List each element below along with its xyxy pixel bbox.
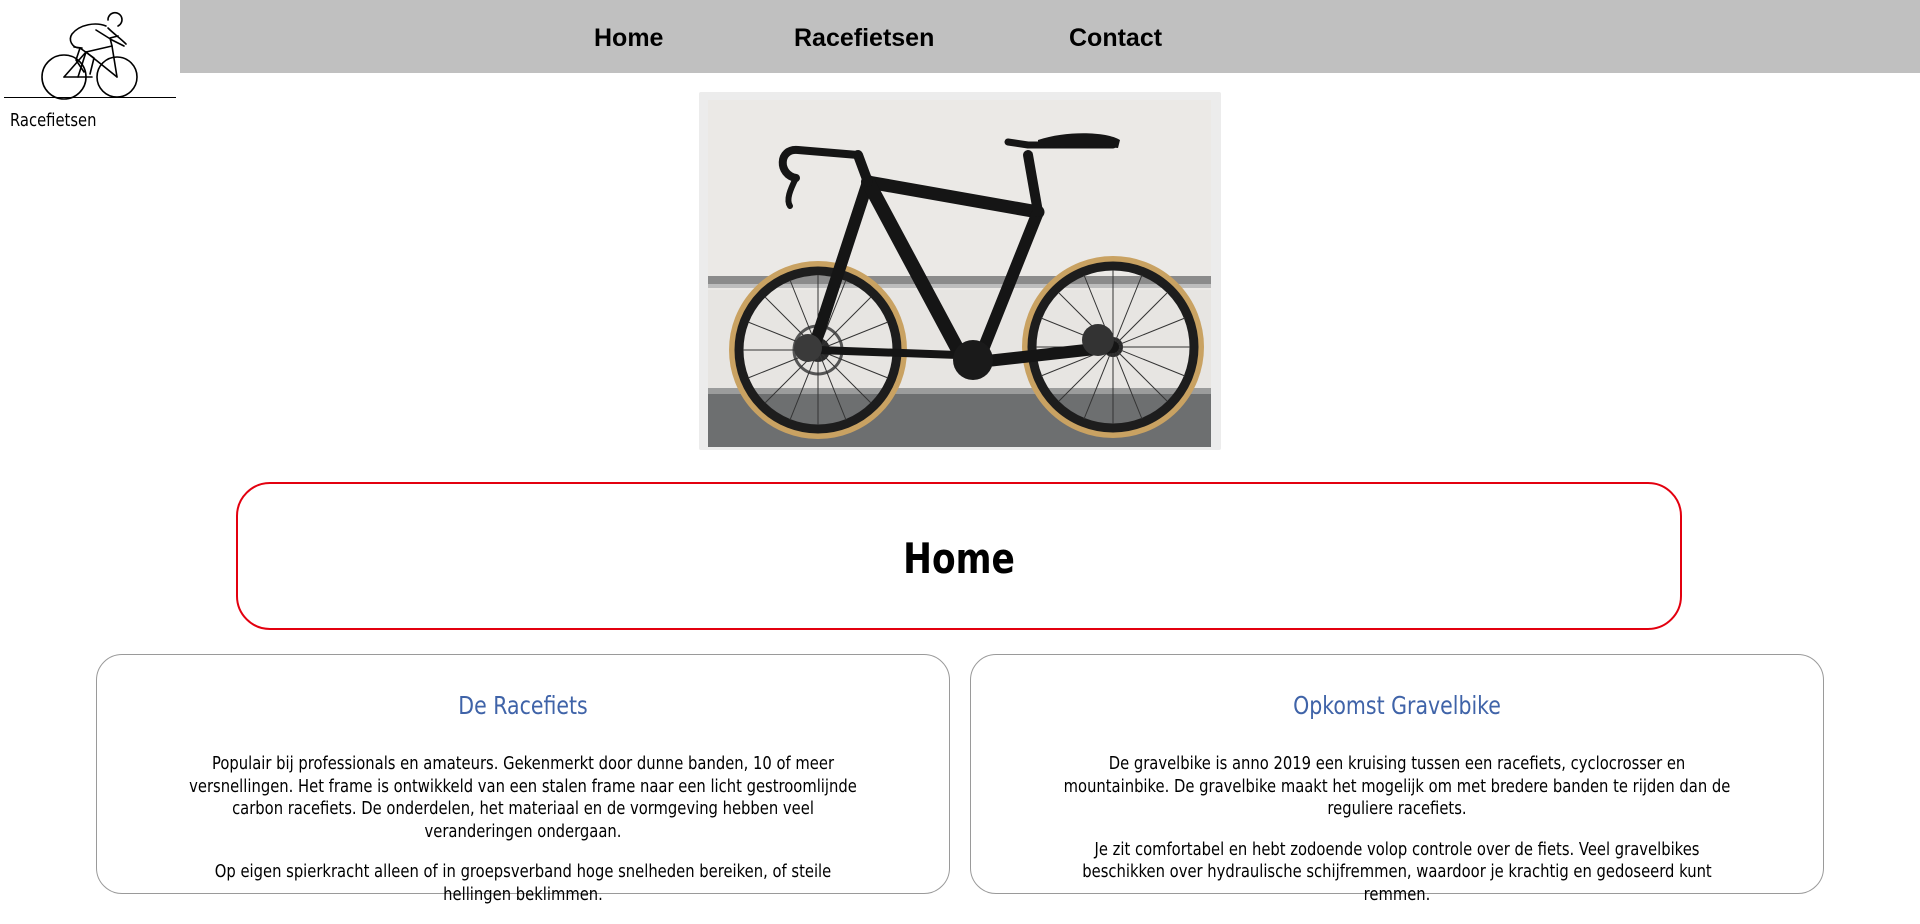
card-body: De gravelbike is anno 2019 een kruising … bbox=[1054, 753, 1740, 924]
card-gravelbike: Opkomst Gravelbike De gravelbike is anno… bbox=[970, 654, 1824, 905]
site-logo[interactable]: Racefietsen bbox=[0, 0, 180, 140]
card-racefiets: De Racefiets Populair bij professionals … bbox=[96, 654, 950, 905]
page-title-box: Home bbox=[236, 482, 1682, 630]
nav-item-racefietsen[interactable]: Racefietsen bbox=[794, 24, 934, 53]
card-paragraph: Op eigen spierkracht alleen of in groeps… bbox=[214, 861, 832, 905]
hero-image-frame bbox=[699, 92, 1221, 450]
card-paragraph: De gravelbike is anno 2019 een kruising … bbox=[1063, 753, 1731, 819]
card-heading: Opkomst Gravelbike bbox=[1293, 691, 1501, 720]
nav-item-contact[interactable]: Contact bbox=[1069, 24, 1162, 53]
logo-label: Racefietsen bbox=[10, 110, 97, 131]
card-paragraph: Je zit comfortabel en hebt zodoende volo… bbox=[1082, 838, 1712, 905]
card-body: Populair bij professionals en amateurs. … bbox=[180, 753, 866, 924]
logo-underline bbox=[4, 97, 176, 98]
card-heading: De Racefiets bbox=[458, 691, 588, 720]
main-navigation: Home Racefietsen Contact bbox=[180, 0, 1920, 73]
cyclist-icon bbox=[41, 11, 138, 100]
nav-item-home[interactable]: Home bbox=[594, 24, 663, 53]
road-bike-photo bbox=[708, 100, 1211, 447]
card-paragraph: Populair bij professionals en amateurs. … bbox=[189, 753, 857, 842]
page-title: Home bbox=[903, 534, 1015, 583]
